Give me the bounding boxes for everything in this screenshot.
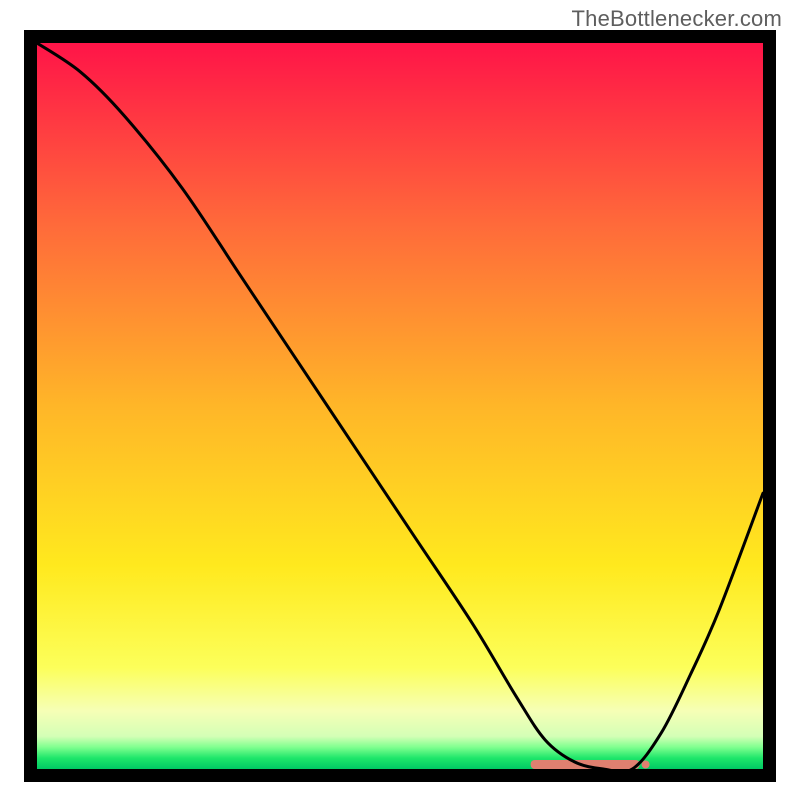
chart-container: [24, 30, 776, 782]
bottleneck-chart: [24, 30, 776, 782]
chart-background-gradient: [37, 43, 763, 769]
baseline-marker-dot: [642, 761, 650, 769]
watermark-text: TheBottlenecker.com: [572, 6, 782, 32]
